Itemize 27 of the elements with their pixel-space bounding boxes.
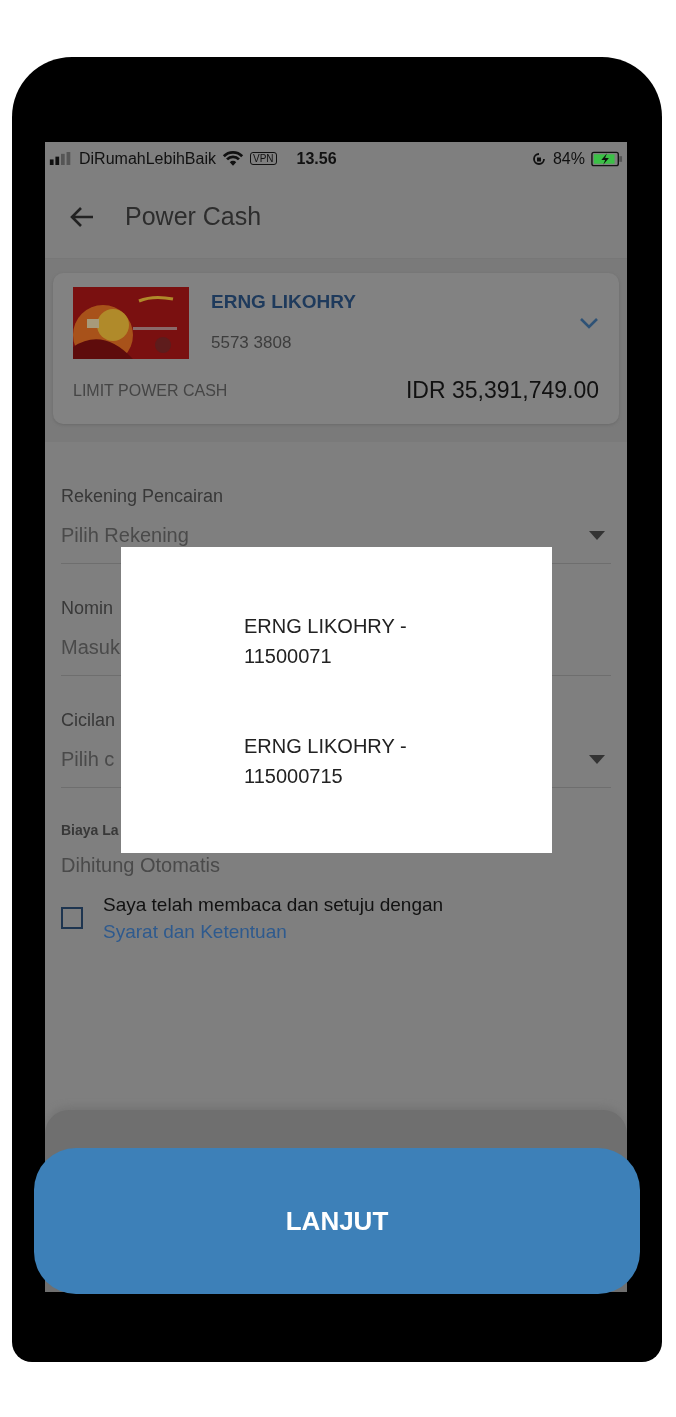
field-label: Nomin	[61, 598, 113, 619]
back-arrow-icon[interactable]	[69, 205, 95, 228]
signal-icon	[49, 152, 73, 165]
battery-charging-icon	[591, 150, 623, 167]
cardholder-name: ERNG LIKOHRY	[211, 291, 357, 313]
continue-button[interactable]: LANJUT	[34, 1148, 640, 1294]
card-panel[interactable]: ERNG LIKOHRY 5573 3808 LIMIT POWER CASH IDR 35,391,749.00	[53, 273, 619, 424]
page-title: Power Cash	[125, 202, 262, 231]
vpn-badge: VPN	[249, 152, 277, 165]
account-option[interactable]: ERNG LIKOHRY - 115000715	[244, 731, 434, 791]
agreement-text: Saya telah membaca dan setuju dengan Syarat dan Ketentuan	[103, 893, 445, 944]
dropdown-arrow-icon	[589, 754, 605, 764]
wifi-icon	[221, 150, 244, 167]
dropdown-arrow-icon	[589, 530, 605, 540]
limit-amount: IDR 35,391,749.00	[405, 377, 599, 404]
carrier-name: DiRumahLebihBaik	[79, 149, 216, 168]
battery-percent: 84%	[552, 149, 585, 168]
account-option[interactable]: ERNG LIKOHRY - 11500071	[244, 611, 434, 671]
chevron-down-icon[interactable]	[579, 317, 599, 329]
checkbox[interactable]	[61, 907, 83, 929]
field-label: Cicilan	[61, 710, 116, 731]
rotation-lock-icon	[530, 150, 547, 167]
clock-time: 13.56	[296, 149, 337, 168]
limit-label: LIMIT POWER CASH	[73, 381, 228, 400]
card-number: 5573 3808	[211, 333, 293, 353]
field-label: Rekening Pencairan	[61, 486, 224, 507]
field-label: Biaya La	[61, 822, 119, 838]
